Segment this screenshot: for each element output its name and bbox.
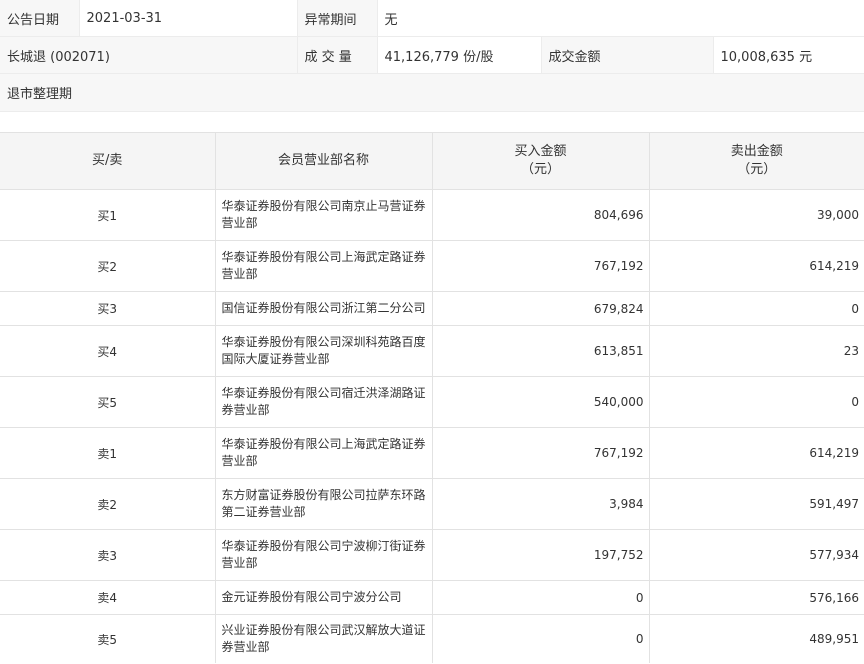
row-buy: 540,000 (432, 376, 650, 428)
row-dept: 国信证券股份有限公司浙江第二分公司 (215, 291, 433, 326)
table-row: 买1 华泰证券股份有限公司南京止马营证券营业部 804,696 39,000 (0, 189, 864, 241)
header-sell-title: 卖出金额 (730, 144, 783, 159)
row-buy: 679,824 (432, 291, 650, 326)
row-buy: 804,696 (432, 189, 650, 241)
row-buy: 3,984 (432, 478, 650, 530)
row-side: 买2 (0, 240, 216, 292)
table-row: 卖1 华泰证券股份有限公司上海武定路证券营业部 767,192 614,219 (0, 427, 864, 479)
row-sell: 23 (649, 325, 864, 377)
row-side: 卖2 (0, 478, 216, 530)
header-buy-unit: （元） (520, 162, 560, 177)
table-row: 买5 华泰证券股份有限公司宿迁洪泽湖路证券营业部 540,000 0 (0, 376, 864, 428)
row-buy: 197,752 (432, 529, 650, 581)
row-buy: 0 (432, 580, 650, 615)
abnormal-period-label: 异常期间 (297, 0, 378, 37)
listing-reason: 退市整理期 (0, 73, 864, 112)
header-sell-amount: 卖出金额 （元） (649, 132, 864, 190)
table-row: 卖2 东方财富证券股份有限公司拉萨东环路第二证券营业部 3,984 591,49… (0, 478, 864, 530)
table-row: 买4 华泰证券股份有限公司深圳科苑路百度国际大厦证券营业部 613,851 23 (0, 325, 864, 377)
info-row-date: 公告日期 2021-03-31 异常期间 无 (0, 0, 864, 37)
row-buy: 767,192 (432, 240, 650, 292)
table-header-row: 买/卖 会员营业部名称 买入金额 （元） 卖出金额 （元） (0, 132, 864, 190)
volume-value: 41,126,779 份/股 (377, 36, 542, 74)
row-sell: 0 (649, 291, 864, 326)
row-dept: 东方财富证券股份有限公司拉萨东环路第二证券营业部 (215, 478, 433, 530)
info-row-reason: 退市整理期 (0, 73, 864, 112)
row-buy: 767,192 (432, 427, 650, 479)
row-side: 买3 (0, 291, 216, 326)
row-dept: 华泰证券股份有限公司南京止马营证券营业部 (215, 189, 433, 241)
volume-label: 成 交 量 (297, 36, 378, 74)
row-dept: 华泰证券股份有限公司宁波柳汀街证券营业部 (215, 529, 433, 581)
row-dept: 华泰证券股份有限公司深圳科苑路百度国际大厦证券营业部 (215, 325, 433, 377)
table-row: 买3 国信证券股份有限公司浙江第二分公司 679,824 0 (0, 291, 864, 326)
amount-label: 成交金额 (541, 36, 714, 74)
row-sell: 576,166 (649, 580, 864, 615)
header-dept: 会员营业部名称 (215, 132, 433, 190)
row-side: 卖3 (0, 529, 216, 581)
row-dept: 兴业证券股份有限公司武汉解放大道证券营业部 (215, 614, 433, 663)
row-sell: 0 (649, 376, 864, 428)
row-sell: 614,219 (649, 427, 864, 479)
header-buy-title: 买入金额 (514, 144, 567, 159)
header-sell-unit: （元） (737, 162, 777, 177)
header-side: 买/卖 (0, 132, 216, 190)
page: 公告日期 2021-03-31 异常期间 无 长城退 (002071) 成 交 … (0, 0, 864, 664)
row-sell: 591,497 (649, 478, 864, 530)
row-side: 卖1 (0, 427, 216, 479)
row-buy: 613,851 (432, 325, 650, 377)
row-dept: 华泰证券股份有限公司上海武定路证券营业部 (215, 427, 433, 479)
row-dept: 华泰证券股份有限公司宿迁洪泽湖路证券营业部 (215, 376, 433, 428)
table-row: 买2 华泰证券股份有限公司上海武定路证券营业部 767,192 614,219 (0, 240, 864, 292)
stock-info-table: 公告日期 2021-03-31 异常期间 无 长城退 (002071) 成 交 … (0, 0, 864, 112)
header-buy-amount: 买入金额 （元） (432, 132, 650, 190)
row-buy: 0 (432, 614, 650, 663)
row-sell: 39,000 (649, 189, 864, 241)
row-side: 卖5 (0, 614, 216, 663)
info-row-volume: 长城退 (002071) 成 交 量 41,126,779 份/股 成交金额 1… (0, 36, 864, 74)
table-row: 卖4 金元证券股份有限公司宁波分公司 0 576,166 (0, 580, 864, 615)
row-dept: 金元证券股份有限公司宁波分公司 (215, 580, 433, 615)
row-sell: 577,934 (649, 529, 864, 581)
row-sell: 614,219 (649, 240, 864, 292)
amount-value: 10,008,635 元 (713, 36, 864, 74)
row-side: 卖4 (0, 580, 216, 615)
trading-seats-table: 买/卖 会员营业部名称 买入金额 （元） 卖出金额 （元） 买1 华泰证券股份有… (0, 132, 864, 663)
row-dept: 华泰证券股份有限公司上海武定路证券营业部 (215, 240, 433, 292)
table-row: 卖5 兴业证券股份有限公司武汉解放大道证券营业部 0 489,951 (0, 614, 864, 663)
row-side: 买4 (0, 325, 216, 377)
row-side: 买5 (0, 376, 216, 428)
row-sell: 489,951 (809, 632, 859, 646)
announce-date-value: 2021-03-31 (79, 0, 298, 37)
announce-date-label: 公告日期 (0, 0, 80, 37)
abnormal-period-value: 无 (377, 0, 864, 37)
row-side: 买1 (0, 189, 216, 241)
table-row: 卖3 华泰证券股份有限公司宁波柳汀街证券营业部 197,752 577,934 (0, 529, 864, 581)
stock-name: 长城退 (002071) (0, 36, 298, 74)
